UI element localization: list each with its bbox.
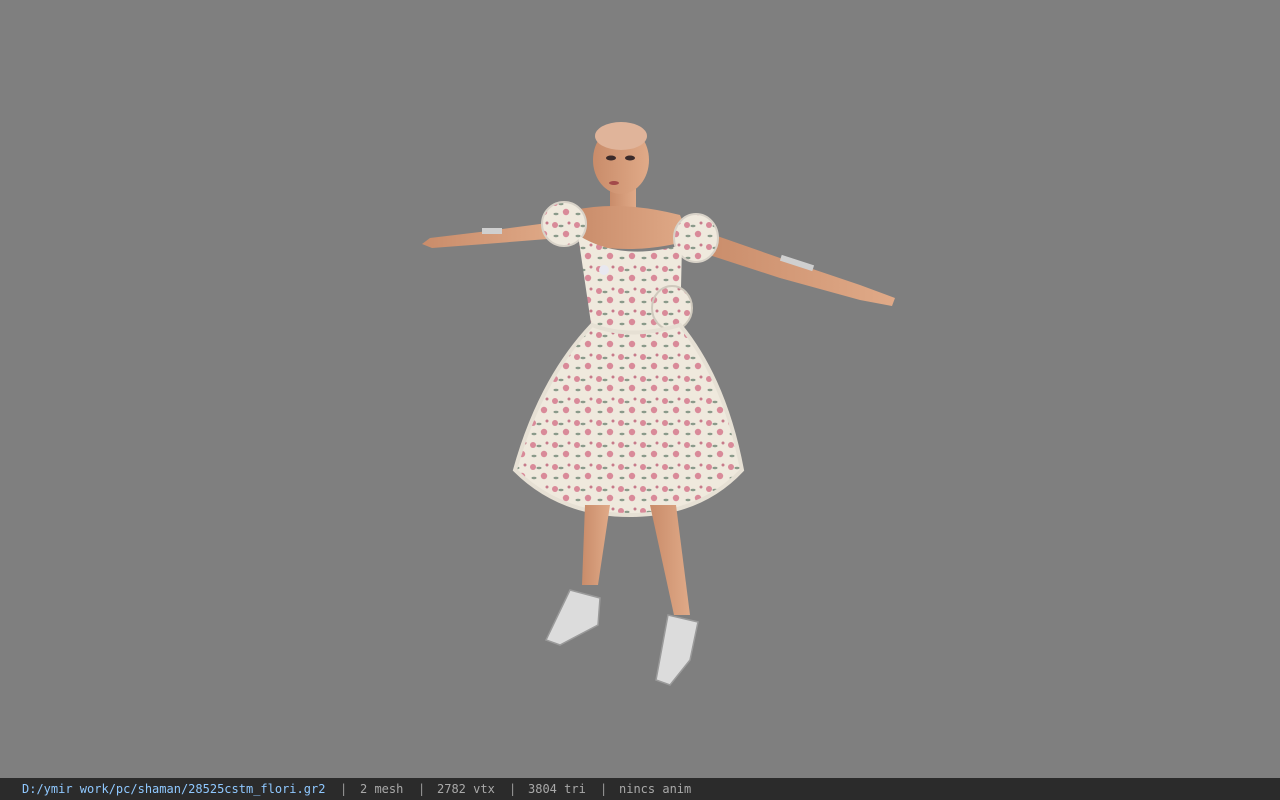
file-path: D:/ymir work/pc/shaman/28525cstm_flori.g… (22, 782, 326, 796)
mesh-count: 2 mesh (360, 782, 404, 796)
left-leg (582, 505, 610, 585)
status-bar: D:/ymir work/pc/shaman/28525cstm_flori.g… (0, 778, 1280, 800)
vertex-count: 2782 vtx (437, 782, 495, 796)
triangle-count: 3804 tri (528, 782, 586, 796)
right-arm (700, 230, 895, 306)
character-model (422, 122, 895, 686)
skirt (512, 322, 745, 518)
left-arm (422, 222, 560, 248)
left-shoe (544, 589, 601, 646)
separator: | (600, 782, 608, 796)
separator: | (509, 782, 517, 796)
3d-viewport[interactable] (0, 0, 1280, 778)
animation-status: nincs anim (619, 782, 692, 796)
right-shoe (655, 614, 699, 686)
right-leg (650, 505, 690, 615)
separator: | (340, 782, 348, 796)
separator: | (418, 782, 426, 796)
